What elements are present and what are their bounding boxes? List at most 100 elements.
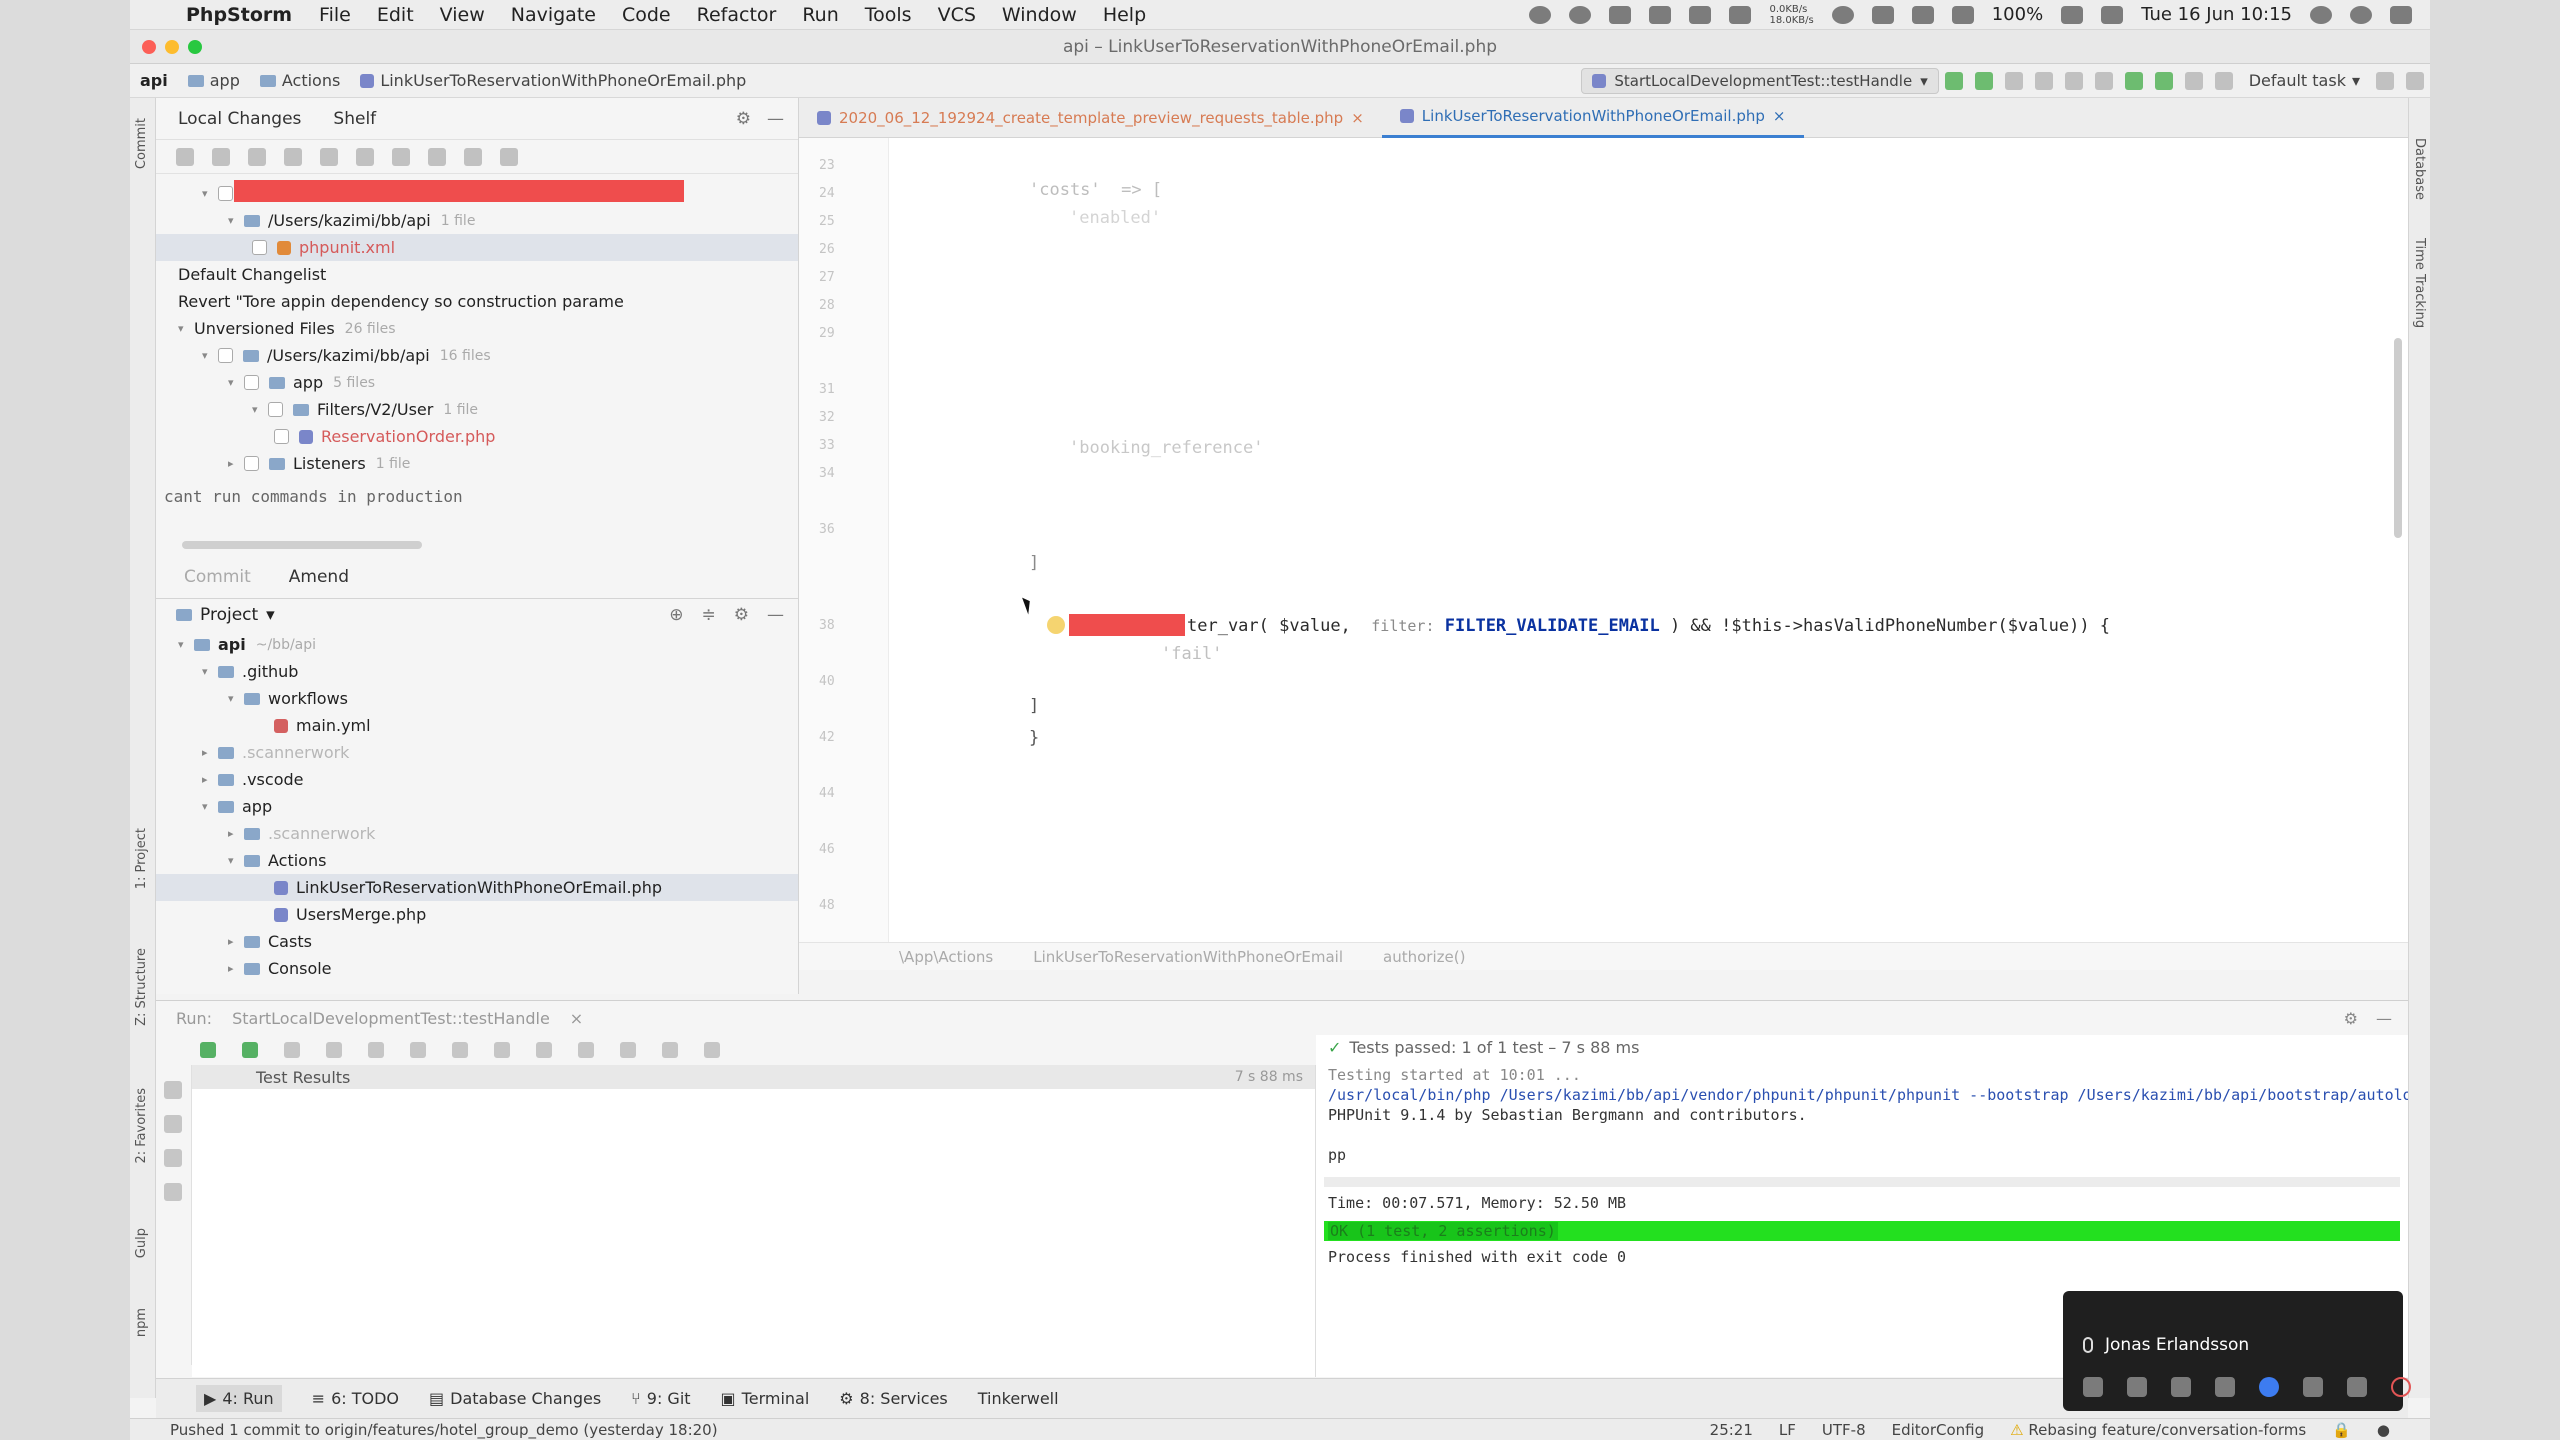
project-row-scannerwork[interactable]: ▸ .scannerwork: [156, 739, 798, 766]
checkbox[interactable]: [244, 456, 259, 471]
project-row-app[interactable]: ▾ app: [156, 793, 798, 820]
input-source-icon[interactable]: [1911, 5, 1934, 24]
test-results-root[interactable]: Test Results 7 s 88 ms: [192, 1065, 1315, 1089]
project-row-main-yml[interactable]: main.yml: [156, 712, 798, 739]
sort-duration-icon[interactable]: [368, 1042, 384, 1058]
project-row-link-user[interactable]: LinkUserToReservationWithPhoneOrEmail.ph…: [156, 874, 798, 901]
bluetooth-icon[interactable]: [1951, 5, 1974, 24]
rerun-icon[interactable]: [200, 1042, 216, 1058]
rerun-failed-icon[interactable]: [164, 1081, 182, 1099]
project-row-console[interactable]: ▸ Console: [156, 955, 798, 982]
close-icon[interactable]: ×: [1773, 107, 1786, 125]
project-row-app-scannerwork[interactable]: ▸ .scannerwork: [156, 820, 798, 847]
close-icon[interactable]: ×: [1351, 109, 1364, 127]
menu-run[interactable]: Run: [789, 4, 851, 26]
nav-crumb-app[interactable]: app: [178, 71, 250, 90]
unversioned-filters[interactable]: ▾ Filters/V2/User 1 file: [156, 396, 798, 423]
minimize-icon[interactable]: —: [2376, 1009, 2392, 1028]
checkbox[interactable]: [218, 348, 233, 363]
more-icon[interactable]: [2347, 1377, 2367, 1397]
camera-toggle-icon[interactable]: [2127, 1377, 2147, 1397]
changes-row-file[interactable]: phpunit.xml: [156, 234, 798, 261]
line-separator[interactable]: LF: [1779, 1421, 1796, 1439]
editor-scrollbar[interactable]: [2394, 338, 2402, 538]
stop-icon[interactable]: [164, 1115, 182, 1133]
git-push-icon[interactable]: [2154, 71, 2173, 90]
diff-icon[interactable]: [284, 147, 302, 166]
collapse-all-icon[interactable]: [452, 1042, 468, 1058]
nav-crumb-file[interactable]: LinkUserToReservationWithPhoneOrEmail.ph…: [350, 71, 756, 90]
sort-alpha-icon[interactable]: [326, 1042, 342, 1058]
stripe-commit[interactable]: Commit: [134, 118, 149, 169]
menu-view[interactable]: View: [427, 4, 498, 26]
editorconfig-widget[interactable]: EditorConfig: [1892, 1421, 1985, 1439]
siri-icon[interactable]: [2350, 5, 2372, 24]
stripe-structure[interactable]: Z: Structure: [134, 948, 149, 1026]
unversioned-reservation-order[interactable]: ReservationOrder.php: [156, 423, 798, 450]
layout-icon[interactable]: [2376, 71, 2394, 90]
tab-shelf[interactable]: Shelf: [333, 109, 376, 129]
expand-all-icon[interactable]: [410, 1042, 426, 1058]
chat-icon[interactable]: [2303, 1377, 2323, 1397]
menu-navigate[interactable]: Navigate: [498, 4, 609, 26]
toolwindow-tinkerwell[interactable]: Tinkerwell: [978, 1389, 1059, 1408]
show-ignored-icon[interactable]: [284, 1042, 300, 1058]
display-icon[interactable]: [2101, 5, 2124, 24]
coverage-icon[interactable]: [2004, 71, 2023, 90]
collapse-icon[interactable]: ≑: [702, 605, 716, 625]
onepassword-icon[interactable]: [1569, 5, 1592, 24]
clock-icon[interactable]: [578, 1042, 594, 1058]
changelist-revert[interactable]: Revert "Tore appin dependency so constru…: [156, 288, 798, 315]
project-row-workflows[interactable]: ▾ workflows: [156, 685, 798, 712]
wifi-icon[interactable]: [1871, 5, 1894, 24]
pointer-icon[interactable]: [2259, 1377, 2279, 1397]
toolwindow-terminal[interactable]: ▣ Terminal: [721, 1389, 810, 1408]
prev-failed-icon[interactable]: [494, 1042, 510, 1058]
notification-center-icon[interactable]: [2390, 5, 2412, 24]
export-icon[interactable]: [620, 1042, 636, 1058]
status-message[interactable]: Pushed 1 commit to origin/features/hotel…: [170, 1421, 718, 1439]
font-a-icon[interactable]: [1729, 5, 1752, 24]
debug-icon[interactable]: [1974, 71, 1993, 90]
git-update-icon[interactable]: [2094, 71, 2113, 90]
changelist-default[interactable]: Default Changelist: [156, 261, 798, 288]
project-row-users-merge[interactable]: UsersMerge.php: [156, 901, 798, 928]
microphone-toggle-icon[interactable]: [2083, 1377, 2103, 1397]
project-view-select[interactable]: Project: [200, 605, 258, 625]
group-by-icon[interactable]: [392, 147, 410, 166]
editor-tab-migration[interactable]: 2020_06_12_192924_create_template_previe…: [799, 98, 1382, 138]
nav-crumb-api[interactable]: api: [130, 71, 178, 90]
show-passed-icon[interactable]: [242, 1042, 258, 1058]
close-icon[interactable]: ×: [570, 1009, 583, 1028]
task-select[interactable]: Default task ▾: [2239, 71, 2370, 90]
run-tab[interactable]: StartLocalDevelopmentTest::testHandle: [232, 1009, 550, 1028]
git-commit-icon[interactable]: [2124, 71, 2143, 90]
menu-tools[interactable]: Tools: [852, 4, 925, 26]
checkbox[interactable]: [218, 186, 233, 201]
stripe-database[interactable]: Database: [2412, 138, 2427, 200]
changes-row-path[interactable]: ▾ /Users/kazimi/bb/api 1 file: [156, 207, 798, 234]
unversioned-app[interactable]: ▾ app 5 files: [156, 369, 798, 396]
app-menu[interactable]: PhpStorm: [180, 4, 306, 26]
import-icon[interactable]: [662, 1042, 678, 1058]
battery-icon[interactable]: [2061, 5, 2084, 24]
toolwindow-todo[interactable]: ≡ 6: TODO: [312, 1389, 399, 1408]
checkbox[interactable]: [252, 240, 267, 255]
stripe-npm[interactable]: npm: [134, 1308, 149, 1337]
project-row-actions[interactable]: ▾ Actions: [156, 847, 798, 874]
shelve-icon[interactable]: [320, 147, 338, 166]
search-icon[interactable]: [704, 1042, 720, 1058]
stripe-time-tracking[interactable]: Time Tracking: [2412, 238, 2427, 328]
activity-bars-icon[interactable]: [1649, 5, 1672, 24]
stripe-favorites[interactable]: 2: Favorites: [134, 1088, 149, 1164]
toolwindow-services[interactable]: ⚙ 8: Services: [839, 1389, 947, 1408]
spotlight-icon[interactable]: [2310, 5, 2332, 24]
expand-all-icon[interactable]: [464, 147, 482, 166]
warning-bulb-icon[interactable]: [1047, 616, 1065, 634]
commit-button[interactable]: Commit: [184, 567, 251, 587]
search-everywhere-icon[interactable]: [2406, 71, 2424, 90]
menu-edit[interactable]: Edit: [364, 4, 427, 26]
send-icon[interactable]: [1689, 5, 1712, 24]
gear-icon[interactable]: ⚙: [2344, 1009, 2358, 1028]
close-window-button[interactable]: [142, 39, 156, 54]
